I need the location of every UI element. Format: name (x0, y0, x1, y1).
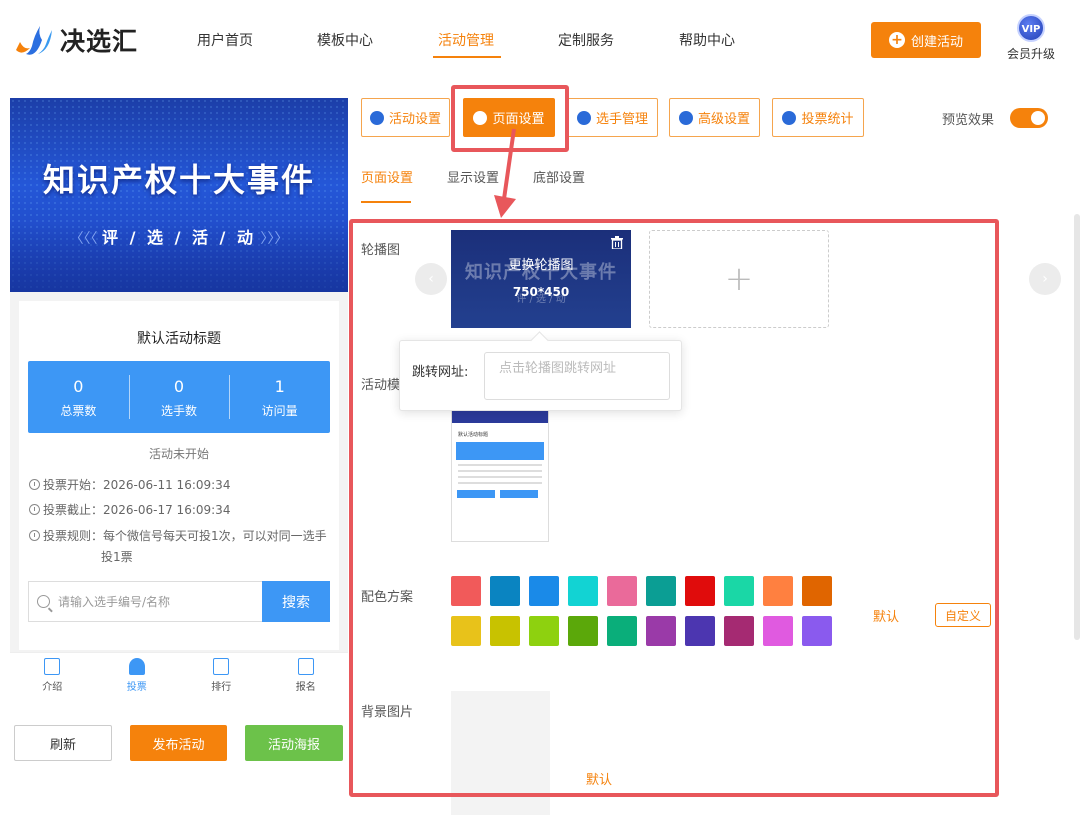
annotation-arrow-icon (494, 128, 516, 218)
activity-title: 默认活动标题 (137, 331, 221, 347)
subtab-active-underline (361, 201, 411, 203)
user-icon (128, 658, 145, 675)
refresh-button[interactable]: 刷新 (14, 725, 112, 761)
player-management-button[interactable]: 选手管理 (567, 98, 658, 137)
search-button[interactable]: 搜索 (262, 581, 330, 622)
nav-help-center[interactable]: 帮助中心 (679, 30, 735, 50)
preview-effect-toggle[interactable] (1010, 108, 1048, 128)
vote-end-line: 投票截止：2026-06-17 16:09:34 (29, 500, 230, 521)
vip-upgrade-label: 会员升级 (1006, 47, 1055, 61)
activity-settings-button[interactable]: 活动设置 (361, 98, 450, 137)
nav-home[interactable]: 用户首页 (197, 30, 253, 50)
preview-banner: 知识产权十大事件 〈〈〈 评 / 选 / 活 / 动 〉〉〉 (10, 98, 348, 292)
vip-upgrade[interactable]: VIP 会员升级 (1004, 14, 1058, 66)
create-activity-label: 创建活动 (910, 34, 963, 50)
logo[interactable]: 决选汇 (12, 20, 157, 60)
publish-activity-button[interactable]: 发布活动 (130, 725, 227, 761)
clock-icon (29, 504, 40, 515)
bar-chart-icon (213, 658, 230, 675)
nav-custom-service[interactable]: 定制服务 (558, 30, 614, 50)
advanced-settings-button[interactable]: 高级设置 (669, 98, 760, 137)
create-activity-button[interactable]: + 创建活动 (871, 22, 981, 58)
top-navbar: 决选汇 用户首页 模板中心 活动管理 定制服务 帮助中心 + 创建活动 VIP … (0, 0, 1089, 82)
document-icon (44, 658, 61, 675)
settings-highlight-box (349, 219, 999, 797)
banner-title: 知识产权十大事件 (42, 161, 315, 199)
users-icon (576, 110, 591, 125)
clock-icon (29, 479, 40, 490)
vip-badge-icon: VIP (1017, 14, 1045, 42)
stat-total-votes: 0 总票数 (60, 377, 97, 418)
stat-visits: 1 访问量 (229, 361, 330, 433)
sliders-icon (678, 110, 693, 125)
tab-intro[interactable]: 介绍 (10, 653, 95, 700)
search-icon (37, 595, 50, 608)
activity-status: 活动未开始 (148, 447, 209, 461)
stat-players: 0 选手数 (128, 361, 230, 433)
scrollbar[interactable] (1074, 214, 1080, 640)
subtab-footer-settings[interactable]: 底部设置 (533, 167, 585, 186)
stats-panel: 0 总票数 0 选手数 1 访问量 (28, 361, 330, 433)
vote-stats-button[interactable]: 投票统计 (772, 98, 864, 137)
info-icon (29, 530, 40, 541)
nav-active-underline (433, 56, 501, 58)
logo-mark-icon (16, 26, 52, 55)
star-icon (369, 110, 384, 125)
subtab-page-settings[interactable]: 页面设置 (361, 167, 413, 186)
banner-subtitle: 〈〈〈 评 / 选 / 活 / 动 〉〉〉 (69, 228, 289, 247)
tab-signup[interactable]: 报名 (264, 653, 349, 700)
carousel-next-icon[interactable]: › (1029, 263, 1061, 295)
plus-circle-icon: + (888, 32, 905, 48)
preview-tabbar: 介绍 投票 排行 报名 (10, 652, 348, 700)
id-card-icon (297, 658, 314, 675)
nav-templates[interactable]: 模板中心 (317, 30, 373, 50)
tab-vote[interactable]: 投票 (95, 653, 180, 700)
vote-rule-line: 投票规则：每个微信号每天可投1次，可以对同一选手 投1票 (29, 526, 329, 568)
search-placeholder: 请输入选手编号/名称 (58, 595, 171, 609)
bar-chart-icon (782, 110, 797, 125)
activity-poster-button[interactable]: 活动海报 (245, 725, 343, 761)
vote-start-line: 投票开始：2026-06-11 16:09:34 (29, 475, 230, 496)
nav-activity-management[interactable]: 活动管理 (438, 30, 494, 50)
brand-name: 决选汇 (60, 27, 139, 56)
preview-effect-label: 预览效果 (942, 113, 995, 128)
tab-ranking[interactable]: 排行 (179, 653, 264, 700)
player-search-input[interactable]: 请输入选手编号/名称 (28, 581, 262, 622)
